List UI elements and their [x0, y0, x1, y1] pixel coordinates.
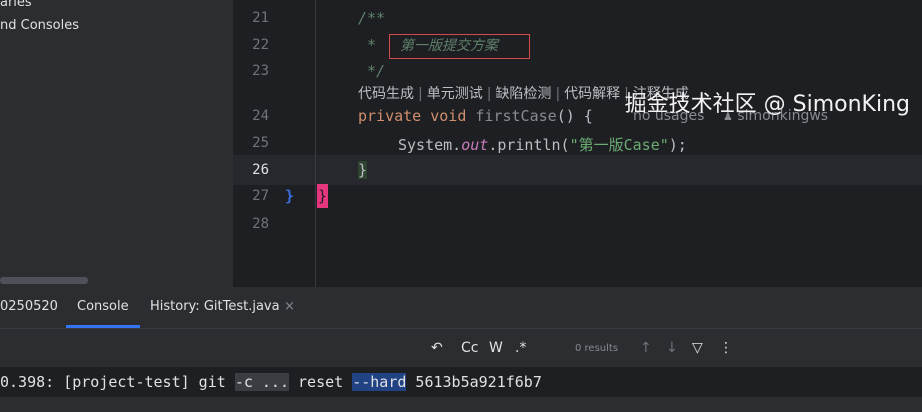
tab-console[interactable]: Console [77, 299, 129, 314]
arrow-down-icon[interactable]: ↓ [666, 340, 678, 356]
tab-close-icon[interactable]: × [284, 299, 295, 314]
filter-icon[interactable]: ▽ [692, 340, 703, 356]
tree-item-scratches-consoles[interactable]: nd Consoles [0, 18, 79, 33]
string-literal: "第一版Case" [569, 136, 669, 154]
code-editor[interactable]: 21 22 23 24 25 26 27 28 /** * 第一版提交方案 */… [233, 0, 922, 287]
indent-guide [315, 0, 316, 287]
method-params-brace: () { [556, 107, 593, 125]
run-tool-window: 0250520 Console History: GitTest.java × … [0, 287, 922, 412]
tab-run[interactable]: 0250520 [0, 299, 58, 314]
javadoc-comment-text: 第一版提交方案 [389, 34, 530, 59]
keyword-void: void [430, 107, 467, 125]
console-hash: 5613b5a921f6b7 [406, 373, 542, 391]
more-options-icon[interactable]: ⋮ [719, 340, 733, 356]
horizontal-scrollbar[interactable] [0, 277, 88, 284]
tab-history[interactable]: History: GitTest.java [150, 299, 280, 314]
current-line-highlight [233, 155, 922, 185]
active-tab-indicator [66, 325, 140, 328]
code-close: ); [668, 136, 687, 154]
javadoc-star: * [367, 36, 377, 54]
separator: | [555, 86, 561, 102]
line-number: 25 [252, 135, 269, 151]
method-name[interactable]: firstCase [475, 107, 556, 125]
ai-action-explain[interactable]: 代码解释 [564, 86, 620, 102]
search-results-count: 0 results [575, 343, 619, 354]
tool-window-tabs: 0250520 Console History: GitTest.java × [0, 287, 922, 329]
regex-button[interactable]: .* [515, 340, 526, 356]
println-statement: System.out.println("第一版Case"); [398, 134, 687, 155]
whole-words-button[interactable]: W [489, 340, 503, 356]
arrow-up-icon[interactable]: ↑ [640, 340, 652, 356]
ai-action-generate[interactable]: 代码生成 [358, 86, 414, 102]
method-signature: private void firstCase() { [358, 107, 593, 125]
line-number: 28 [252, 216, 269, 232]
console-prefix: 0.398: [project-test] git [0, 373, 235, 391]
console-opt-c: -c ... [234, 373, 289, 391]
code-println: .println( [488, 136, 570, 154]
keyword-private: private [358, 107, 422, 125]
line-number: 21 [252, 10, 269, 26]
ai-action-unit-test[interactable]: 单元测试 [427, 86, 483, 102]
console-reset: reset [289, 373, 353, 391]
console-output[interactable]: 0.398: [project-test] git -c ... reset -… [0, 367, 922, 397]
code-system: System. [398, 136, 462, 154]
line-number: 24 [252, 108, 269, 124]
extra-brace-error: } [317, 184, 329, 208]
ai-action-defect-check[interactable]: 缺陷检测 [495, 86, 551, 102]
replace-icon[interactable]: ↶ [431, 340, 443, 356]
line-number-current: 26 [252, 162, 269, 178]
separator: | [486, 86, 492, 102]
console-opt-hard: --hard [352, 373, 407, 391]
field-out: out [461, 136, 489, 154]
project-panel: aries nd Consoles [0, 0, 233, 287]
line-number: 22 [252, 37, 269, 53]
javadoc-close: */ [367, 62, 386, 80]
class-close-brace: } [285, 187, 295, 205]
console-line-text: 0.398: [project-test] git -c ... reset -… [0, 373, 542, 391]
search-toolbar: ↶ Cc W .* 0 results ↑ ↓ ▽ ⋮ [0, 329, 922, 367]
match-case-button[interactable]: Cc [461, 340, 478, 356]
javadoc-open: /** [358, 9, 386, 27]
separator: | [418, 86, 423, 102]
line-number: 27 [252, 188, 269, 204]
watermark: 掘金技术社区 @ SimonKing [624, 92, 910, 117]
line-number: 23 [252, 63, 269, 79]
method-close-brace: } [358, 161, 368, 179]
tree-item-libraries[interactable]: aries [0, 0, 32, 10]
